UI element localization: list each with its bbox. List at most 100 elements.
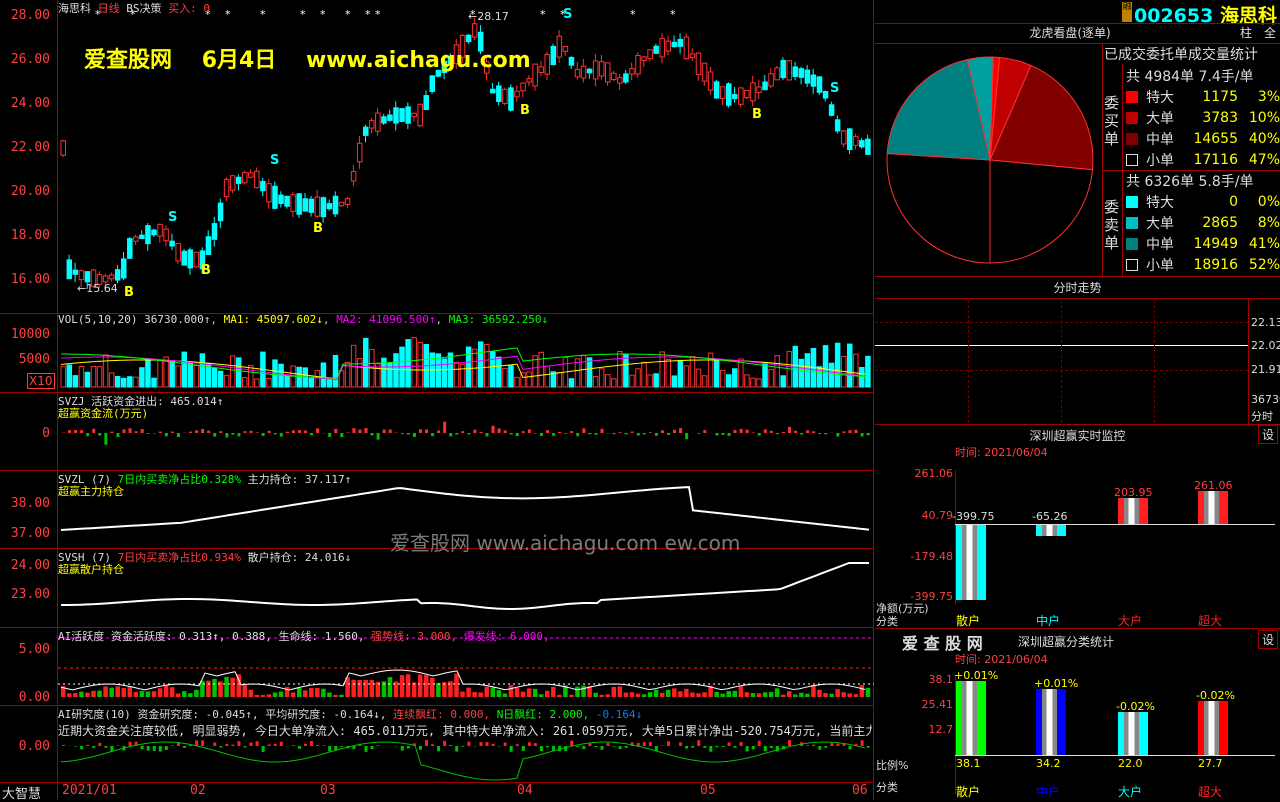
volume-bar <box>67 365 72 387</box>
fund-flow-bar <box>631 432 634 433</box>
fund-flow-bar <box>365 428 368 433</box>
fund-flow-bar <box>552 433 555 436</box>
volume-bar <box>509 366 514 387</box>
period-label[interactable]: 日线 <box>98 2 120 15</box>
timeline-title[interactable]: 分时走势 <box>875 279 1280 296</box>
fund-flow-bar <box>812 431 815 433</box>
value-label: 34.2 <box>1036 757 1061 770</box>
candle-body <box>515 91 520 97</box>
candle-body <box>146 226 151 244</box>
category-bar <box>1036 689 1066 755</box>
volume-bar <box>775 356 780 387</box>
fund-flow-bar <box>806 430 809 433</box>
activity-bar <box>472 692 477 697</box>
price-axis-label: 26.00 <box>0 52 50 67</box>
order-row: 特大11753% <box>1126 86 1280 107</box>
fund-flow-bar <box>861 433 864 436</box>
fund-flow-bar <box>425 429 428 433</box>
candle-body <box>206 237 211 255</box>
research-bar <box>849 746 852 749</box>
fund-flow-bar <box>824 433 827 434</box>
fund-flow-bar <box>486 433 489 436</box>
volume-bar <box>309 379 314 387</box>
fund-flow-bar <box>685 433 688 439</box>
vol-indicator-name[interactable]: VOL(5,10,20) <box>58 313 137 326</box>
activity-bar <box>551 687 556 697</box>
research-bar <box>310 741 313 746</box>
activity-bar <box>854 694 859 697</box>
fund-flow-bar <box>697 433 700 434</box>
research-bar <box>582 746 585 749</box>
volume-bar <box>97 367 102 387</box>
order-count: 2865 <box>1186 215 1238 231</box>
activity-bar <box>612 687 617 697</box>
activity-bar <box>200 681 205 697</box>
volume-bar <box>527 372 532 387</box>
legend-swatch <box>1126 238 1138 250</box>
buy-signal: B <box>752 107 762 122</box>
dragon-panel-title: 龙虎看盘(逐单) <box>875 24 1265 41</box>
research-bar <box>540 746 543 751</box>
candle-body <box>85 272 90 282</box>
order-row: 小单1711647% <box>1126 149 1280 170</box>
fund-flow-bar <box>752 432 755 433</box>
activity-bar <box>146 691 151 697</box>
activity-bar <box>460 692 465 697</box>
fund-flow-bar <box>721 433 724 435</box>
fund-flow-bar <box>171 432 174 433</box>
classify-settings-button[interactable]: 设 <box>1258 630 1278 649</box>
volume-bar <box>406 340 411 387</box>
svsh-axis-24: 24.00 <box>0 558 50 573</box>
value-label: 27.7 <box>1198 757 1223 770</box>
research-bar <box>522 746 525 751</box>
stock-name-label: 海思科 <box>58 2 91 15</box>
monitor-settings-button[interactable]: 设 <box>1258 425 1278 444</box>
research-bar <box>268 744 271 746</box>
volume-bar <box>466 347 471 387</box>
tab-column[interactable]: 柱 <box>1240 24 1252 41</box>
research-bar <box>449 745 452 746</box>
volume-bar <box>581 355 586 387</box>
date-label: 03 <box>320 783 336 798</box>
volume-bar <box>666 359 671 387</box>
research-bar <box>371 746 374 749</box>
buy-signal: B <box>124 285 134 300</box>
activity-bar <box>230 678 235 697</box>
candle-body <box>357 143 362 162</box>
volume-bar <box>497 357 502 387</box>
activity-bar <box>696 693 701 697</box>
candle-body <box>509 88 514 110</box>
candle-body <box>751 83 756 101</box>
timeline-chart[interactable] <box>875 300 1248 423</box>
candle-body <box>739 88 744 104</box>
fund-flow-bar <box>637 433 640 436</box>
research-bar <box>812 745 815 746</box>
candle-body <box>255 171 260 187</box>
research-bar <box>80 746 83 749</box>
candle-body <box>642 57 647 60</box>
volume-bar <box>128 377 133 387</box>
activity-bar <box>648 692 653 697</box>
research-bar <box>498 746 501 747</box>
tab-full[interactable]: 全 <box>1264 24 1276 41</box>
research-bar <box>340 746 343 747</box>
activity-bar <box>327 693 332 697</box>
indicator-label[interactable]: BS决策 <box>126 2 161 15</box>
volume-bar <box>678 360 683 387</box>
fund-flow-bar <box>643 433 646 434</box>
research-line <box>61 742 865 780</box>
volume-bar <box>599 369 604 387</box>
svsh-subtitle: 超赢散户持仓 <box>58 561 124 577</box>
candle-body <box>503 89 508 103</box>
fund-flow-bar <box>794 431 797 433</box>
research-bar <box>431 744 434 746</box>
fund-flow-bar <box>256 432 259 433</box>
research-bar <box>764 746 767 751</box>
classify-y-label: 12.7 <box>905 723 953 736</box>
main-chart-title: 海思科 日线 BS决策 买入: 0 <box>58 0 210 16</box>
activity-bar <box>569 695 574 697</box>
category-label: 大户 <box>1118 783 1142 800</box>
activity-bar <box>866 688 871 697</box>
fund-flow-bar <box>788 427 791 433</box>
candle-body <box>170 241 175 246</box>
